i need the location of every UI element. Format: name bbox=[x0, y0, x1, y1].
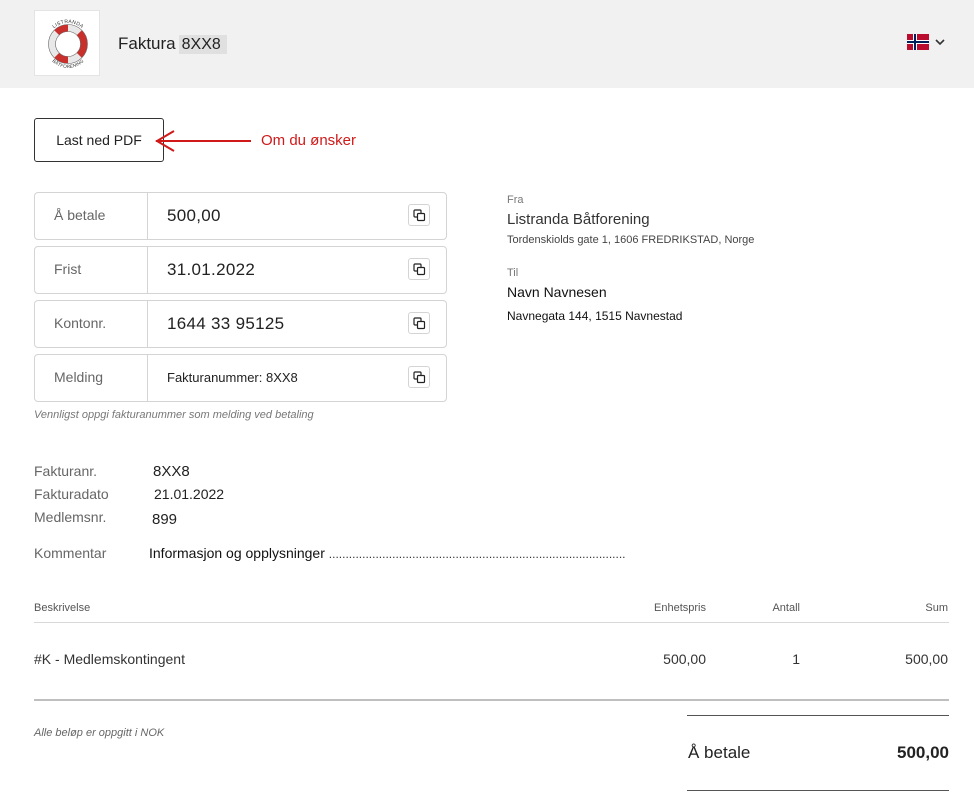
total-bottom-rule bbox=[687, 790, 949, 791]
recipient-name: Navn Navnesen bbox=[507, 284, 607, 300]
row-unit-price: 500,00 bbox=[663, 651, 706, 667]
copy-button[interactable] bbox=[408, 312, 430, 334]
total-value: 500,00 bbox=[897, 743, 949, 762]
sender-name: Listranda Båtforening bbox=[507, 211, 650, 228]
payment-value: 1644 33 95125 bbox=[167, 314, 285, 333]
payment-value: Fakturanummer: 8XX8 bbox=[167, 370, 298, 385]
row-description: #K - Medlemskontingent bbox=[34, 651, 185, 667]
payment-hint: Vennligst oppgi fakturanummer som meldin… bbox=[34, 409, 314, 421]
meta-label: Fakturanr. bbox=[34, 463, 98, 479]
comment-dots: ........................................… bbox=[328, 547, 626, 561]
app-header: LISTRANDA BÅTFORENING Faktura 8XX8 bbox=[0, 0, 974, 88]
row-sum: 500,00 bbox=[905, 651, 948, 667]
column-header-sum: Sum bbox=[925, 602, 948, 614]
column-header-description: Beskrivelse bbox=[34, 602, 91, 614]
payment-value: 31.01.2022 bbox=[167, 260, 256, 279]
total-top-rule bbox=[687, 715, 949, 716]
currency-note: Alle beløp er oppgitt i NOK bbox=[34, 727, 165, 739]
language-selector[interactable] bbox=[907, 33, 947, 51]
recipient-address: Navnegata 144, 1515 Navnestad bbox=[507, 309, 683, 323]
comment-value: Informasjon og opplysninger bbox=[149, 545, 325, 561]
payment-label: Å betale bbox=[35, 193, 148, 239]
column-header-quantity: Antall bbox=[772, 602, 800, 614]
table-bottom-divider bbox=[34, 699, 949, 701]
payment-amount-box: Å betale 500,00 bbox=[34, 192, 447, 240]
meta-label: Medlemsnr. bbox=[34, 509, 107, 525]
meta-label: Fakturadato bbox=[34, 486, 109, 502]
to-label: Til bbox=[507, 267, 519, 279]
payment-label: Frist bbox=[35, 247, 148, 293]
copy-icon bbox=[413, 263, 426, 276]
sender-address: Tordenskiolds gate 1, 1606 FREDRIKSTAD, … bbox=[507, 234, 755, 246]
club-logo: LISTRANDA BÅTFORENING bbox=[34, 10, 100, 76]
comment-text: Informasjon og opplysninger ............… bbox=[149, 545, 626, 561]
column-header-unit-price: Enhetspris bbox=[654, 602, 706, 614]
payment-due-box: Frist 31.01.2022 bbox=[34, 246, 447, 294]
total-label: Å betale bbox=[688, 743, 751, 762]
payment-message-box: Melding Fakturanummer: 8XX8 bbox=[34, 354, 447, 402]
copy-icon bbox=[413, 209, 426, 222]
meta-value: 21.01.2022 bbox=[154, 486, 225, 502]
title-word: Faktura bbox=[118, 34, 176, 53]
copy-button[interactable] bbox=[408, 204, 430, 226]
table-header-divider bbox=[34, 622, 949, 623]
copy-icon bbox=[413, 317, 426, 330]
page-title: Faktura 8XX8 bbox=[118, 34, 227, 54]
row-quantity: 1 bbox=[792, 651, 800, 667]
meta-value: 8XX8 bbox=[153, 463, 190, 480]
norway-flag-icon bbox=[907, 34, 929, 50]
payment-label: Kontonr. bbox=[35, 301, 148, 347]
copy-button[interactable] bbox=[408, 366, 430, 388]
invoice-number-badge: 8XX8 bbox=[178, 35, 227, 54]
payment-value: 500,00 bbox=[167, 206, 221, 225]
payment-label: Melding bbox=[35, 355, 148, 401]
copy-icon bbox=[413, 371, 426, 384]
comment-label: Kommentar bbox=[34, 545, 107, 561]
copy-button[interactable] bbox=[408, 258, 430, 280]
from-label: Fra bbox=[507, 194, 524, 206]
chevron-down-icon bbox=[935, 39, 945, 46]
download-pdf-button[interactable]: Last ned PDF bbox=[34, 118, 164, 162]
annotation-text: Om du ønsker bbox=[261, 132, 357, 149]
meta-value: 899 bbox=[152, 511, 178, 528]
annotation-arrow bbox=[155, 130, 251, 152]
payment-account-box: Kontonr. 1644 33 95125 bbox=[34, 300, 447, 348]
